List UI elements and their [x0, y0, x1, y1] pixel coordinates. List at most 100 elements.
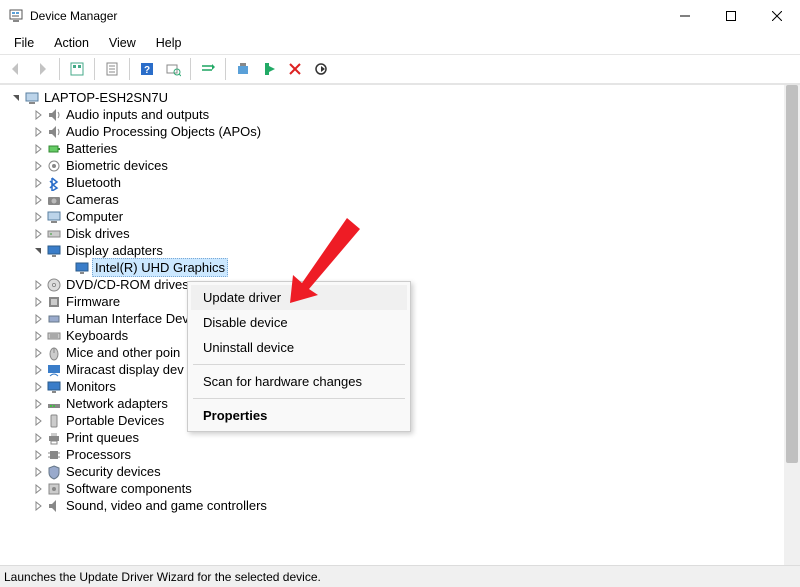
menu-help[interactable]: Help: [146, 34, 192, 52]
expand-icon[interactable]: [32, 194, 44, 206]
tree-label: Miracast display dev: [66, 361, 184, 378]
tree-label: Batteries: [66, 140, 117, 157]
software-icon: [46, 481, 62, 497]
forward-button: [30, 57, 54, 81]
tree-row-cat-22[interactable]: Sound, video and game controllers: [4, 497, 800, 514]
expand-icon[interactable]: [32, 228, 44, 240]
tree-row-cat-5[interactable]: Cameras: [4, 191, 800, 208]
tree-row-cat-4[interactable]: Bluetooth: [4, 174, 800, 191]
expand-icon[interactable]: [32, 483, 44, 495]
tree-row-dev-8-0[interactable]: Intel(R) UHD Graphics: [4, 259, 800, 276]
tree-label: Biometric devices: [66, 157, 168, 174]
scrollbar-thumb[interactable]: [786, 85, 798, 463]
properties-button[interactable]: [100, 57, 124, 81]
expand-icon[interactable]: [32, 211, 44, 223]
tree-row-cat-20[interactable]: Security devices: [4, 463, 800, 480]
expand-icon[interactable]: [32, 381, 44, 393]
tree-row-cat-3[interactable]: Biometric devices: [4, 157, 800, 174]
menu-bar: File Action View Help: [0, 32, 800, 54]
bluetooth-icon: [46, 175, 62, 191]
expand-icon[interactable]: [32, 313, 44, 325]
tree-row-cat-0[interactable]: Audio inputs and outputs: [4, 106, 800, 123]
menu-item-uninstall-device[interactable]: Uninstall device: [191, 335, 407, 360]
printer-icon: [46, 430, 62, 446]
expand-icon[interactable]: [32, 177, 44, 189]
tree-row-root[interactable]: LAPTOP-ESH2SN7U: [4, 89, 800, 106]
expand-icon[interactable]: [32, 296, 44, 308]
tree-row-cat-1[interactable]: Audio Processing Objects (APOs): [4, 123, 800, 140]
tree-label: Print queues: [66, 429, 139, 446]
expand-icon[interactable]: [32, 500, 44, 512]
help-button[interactable]: ?: [135, 57, 159, 81]
expand-icon[interactable]: [32, 432, 44, 444]
disable-button[interactable]: [257, 57, 281, 81]
tree-row-cat-6[interactable]: Computer: [4, 208, 800, 225]
scan-button[interactable]: [161, 57, 185, 81]
tree-label: Audio Processing Objects (APOs): [66, 123, 261, 140]
tree-row-cat-7[interactable]: Disk drives: [4, 225, 800, 242]
menu-item-properties[interactable]: Properties: [191, 403, 407, 428]
expand-icon[interactable]: [32, 109, 44, 121]
expand-icon[interactable]: [32, 143, 44, 155]
expand-icon[interactable]: [32, 466, 44, 478]
expand-icon[interactable]: [32, 126, 44, 138]
tree-label: Security devices: [66, 463, 161, 480]
remove-button[interactable]: [283, 57, 307, 81]
display-icon: [46, 243, 62, 259]
separator: [129, 58, 130, 80]
tree-row-cat-21[interactable]: Software components: [4, 480, 800, 497]
tree-label: Firmware: [66, 293, 120, 310]
tree-row-cat-2[interactable]: Batteries: [4, 140, 800, 157]
security-icon: [46, 464, 62, 480]
miracast-icon: [46, 362, 62, 378]
window-title: Device Manager: [30, 9, 662, 23]
expand-icon[interactable]: [32, 415, 44, 427]
window-controls: [662, 0, 800, 32]
app-icon: [8, 8, 24, 24]
uninstall-button[interactable]: [231, 57, 255, 81]
computer-icon: [46, 209, 62, 225]
tree-row-cat-8[interactable]: Display adapters: [4, 242, 800, 259]
expand-icon[interactable]: [32, 347, 44, 359]
monitor-icon: [46, 379, 62, 395]
back-button: [4, 57, 28, 81]
title-bar: Device Manager: [0, 0, 800, 32]
display-icon: [74, 260, 90, 276]
tree-label: Cameras: [66, 191, 119, 208]
minimize-button[interactable]: [662, 0, 708, 32]
refresh-button[interactable]: [309, 57, 333, 81]
menu-item-scan-for-hardware-changes[interactable]: Scan for hardware changes: [191, 369, 407, 394]
tree-label: Audio inputs and outputs: [66, 106, 209, 123]
expand-icon[interactable]: [32, 364, 44, 376]
tree-label: Bluetooth: [66, 174, 121, 191]
status-text: Launches the Update Driver Wizard for th…: [4, 570, 321, 584]
disk-icon: [46, 226, 62, 242]
tree-label: Software components: [66, 480, 192, 497]
menu-view[interactable]: View: [99, 34, 146, 52]
network-icon: [46, 396, 62, 412]
expand-icon[interactable]: [32, 279, 44, 291]
collapse-icon[interactable]: [32, 245, 44, 257]
menu-separator: [193, 398, 405, 399]
tree-label: Processors: [66, 446, 131, 463]
menu-file[interactable]: File: [4, 34, 44, 52]
tree-label: Display adapters: [66, 242, 163, 259]
show-hide-tree-button[interactable]: [65, 57, 89, 81]
expand-icon[interactable]: [32, 160, 44, 172]
tree-label: Human Interface Dev: [66, 310, 189, 327]
menu-item-update-driver[interactable]: Update driver: [191, 285, 407, 310]
expand-icon[interactable]: [32, 330, 44, 342]
menu-item-disable-device[interactable]: Disable device: [191, 310, 407, 335]
close-button[interactable]: [754, 0, 800, 32]
collapse-icon[interactable]: [10, 92, 22, 104]
tree-row-cat-19[interactable]: Processors: [4, 446, 800, 463]
maximize-button[interactable]: [708, 0, 754, 32]
expand-icon[interactable]: [32, 449, 44, 461]
menu-action[interactable]: Action: [44, 34, 99, 52]
update-driver-button[interactable]: [196, 57, 220, 81]
biometric-icon: [46, 158, 62, 174]
camera-icon: [46, 192, 62, 208]
sound-icon: [46, 498, 62, 514]
vertical-scrollbar[interactable]: [784, 85, 800, 565]
expand-icon[interactable]: [32, 398, 44, 410]
